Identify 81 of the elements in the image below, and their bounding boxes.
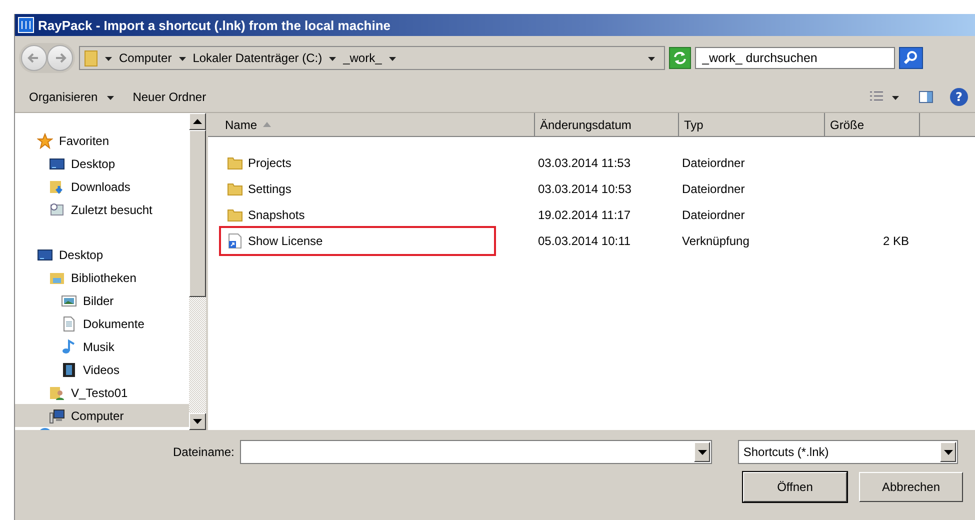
window-title: RayPack - Import a shortcut (.lnk) from the local machine: [38, 18, 391, 32]
search-field[interactable]: _work_ durchsuchen: [695, 47, 895, 69]
app-icon: [18, 17, 34, 33]
dropdown-arrow-icon: [944, 450, 953, 454]
column-header[interactable]: Typ: [679, 113, 825, 137]
search-button[interactable]: [899, 47, 923, 69]
cancel-button[interactable]: Abbrechen: [859, 472, 963, 502]
table-cell-text: 05.03.2014 10:11: [537, 234, 632, 248]
tree-item[interactable]: Bilder: [15, 289, 189, 312]
caret-icon: [328, 54, 338, 62]
table-cell-text: 03.03.2014 11:53: [537, 156, 632, 170]
file-name-field[interactable]: [240, 440, 712, 464]
table-cell-text: Dateiordner: [681, 182, 746, 196]
folder-icon: [227, 181, 243, 197]
tree-item[interactable]: Desktop: [15, 152, 189, 175]
table-cell-text: 2 KB: [882, 234, 909, 248]
breadcrumb-item[interactable]: Lokaler Datenträger (C:): [192, 51, 322, 65]
scrollbar[interactable]: [189, 113, 206, 430]
table-cell-text: 03.03.2014 10:53: [537, 182, 632, 196]
back-button[interactable]: [21, 45, 47, 71]
caret-icon: [388, 54, 397, 62]
tree-item[interactable]: Desktop: [15, 243, 189, 266]
breadcrumb-item[interactable]: _work_: [343, 51, 382, 65]
column-header[interactable]: Änderungsdatum: [535, 113, 679, 137]
table-cell-text: Verknüpfung: [681, 234, 750, 248]
file-item[interactable]: Projects: [227, 155, 292, 171]
file-type-dropdown[interactable]: Shortcuts (*.lnk): [738, 440, 958, 464]
breadcrumb-item[interactable]: Computer: [119, 51, 172, 65]
user-folder-icon: [49, 384, 65, 400]
folder-icon: [84, 49, 98, 67]
new-folder-button[interactable]: Neuer Ordner: [126, 87, 212, 107]
preview-pane-icon: [918, 89, 934, 105]
monitor-icon: [49, 156, 65, 172]
music-note-icon: [61, 338, 77, 354]
download-folder-icon: [49, 178, 65, 194]
tree-item[interactable]: Dokumente: [15, 312, 189, 335]
organize-menu[interactable]: Organisieren: [23, 87, 121, 107]
search-icon: [903, 50, 919, 66]
forward-button[interactable]: [47, 45, 73, 71]
column-header[interactable]: Größe: [825, 113, 920, 137]
refresh-icon: [672, 50, 688, 66]
tree-item[interactable]: Favoriten: [15, 129, 189, 152]
tree-item[interactable]: Computer: [15, 404, 189, 427]
caret-icon: [104, 54, 113, 62]
shortcut-icon: [227, 233, 243, 249]
forward-arrow-icon: [53, 51, 67, 65]
table-cell-text: 19.02.2014 11:17: [537, 208, 632, 222]
file-item[interactable]: Settings: [227, 181, 292, 197]
table-cell-text: Dateiordner: [681, 156, 746, 170]
tree-item[interactable]: Musik: [15, 335, 189, 358]
monitor-icon: [37, 246, 53, 262]
tree-item[interactable]: Bibliotheken: [15, 266, 189, 289]
caret-icon: [106, 94, 115, 100]
recent-places-icon: [49, 202, 65, 218]
caret-icon: [178, 54, 187, 62]
folder-icon: [227, 155, 243, 171]
computer-icon: [49, 408, 65, 424]
star-icon: [37, 132, 53, 148]
file-item[interactable]: Snapshots: [227, 207, 305, 223]
caret-icon: [647, 54, 656, 62]
tree-item[interactable]: Zuletzt besucht: [15, 198, 189, 221]
caret-icon: [891, 94, 900, 100]
tree-item[interactable]: Videos: [15, 358, 189, 381]
open-button[interactable]: Öffnen: [743, 472, 847, 502]
help-button[interactable]: ?: [950, 88, 968, 106]
down-arrow-icon: [193, 419, 202, 424]
back-arrow-icon: [27, 51, 41, 65]
file-name-label: Dateiname:: [173, 445, 234, 459]
up-arrow-icon: [193, 119, 202, 124]
table-cell-text: Dateiordner: [681, 208, 746, 222]
tree-item[interactable]: Downloads: [15, 175, 189, 198]
dropdown-arrow-icon: [698, 450, 707, 454]
folder-icon: [227, 207, 243, 223]
film-icon: [61, 362, 77, 378]
tree-item[interactable]: V_Testo01: [15, 381, 189, 404]
address-bar[interactable]: Computer Lokaler Datenträger (C:) _work_: [79, 46, 665, 70]
column-header[interactable]: Name: [208, 113, 535, 137]
refresh-button[interactable]: [669, 47, 691, 69]
file-item[interactable]: Show License: [227, 233, 323, 249]
picture-icon: [61, 292, 77, 308]
document-icon: [61, 316, 77, 332]
